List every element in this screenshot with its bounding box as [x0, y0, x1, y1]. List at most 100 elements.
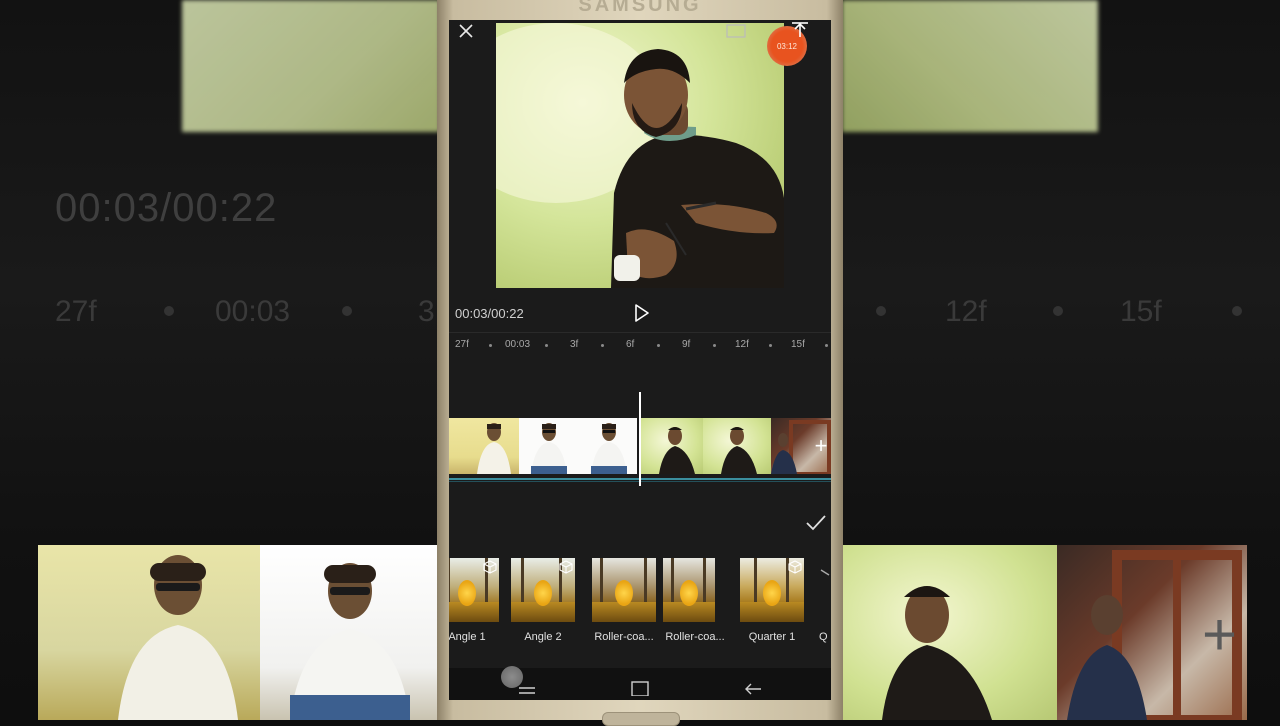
- export-icon: [792, 22, 808, 37]
- device-brand: SAMSUNG: [578, 0, 702, 16]
- transition-item[interactable]: Angle 2: [511, 558, 575, 643]
- clip-thumbnail-figure: [659, 427, 695, 474]
- transition-thumbnail: [663, 558, 715, 622]
- ruler-dot: [489, 344, 492, 347]
- background-clip-thumbnail: [260, 545, 440, 720]
- ruler-label: 00:03: [505, 339, 531, 350]
- tree-shape: [644, 558, 647, 602]
- play-icon: [635, 304, 649, 322]
- background-ruler-dot: [1232, 306, 1242, 316]
- home-icon[interactable]: [630, 680, 650, 696]
- video-clip[interactable]: [449, 418, 637, 474]
- transition-thumbnail: [592, 558, 656, 622]
- ruler-dot: [769, 344, 772, 347]
- ruler-dot: [713, 344, 716, 347]
- video-clip-selected[interactable]: [641, 418, 771, 474]
- tree-shape: [600, 558, 603, 602]
- close-icon: [459, 24, 473, 38]
- close-button[interactable]: [455, 20, 477, 42]
- playhead[interactable]: [639, 392, 641, 486]
- video-preview[interactable]: [496, 23, 784, 288]
- transition-label: Angle 1: [449, 631, 486, 643]
- clip-thumbnail: [703, 418, 771, 474]
- transition-item[interactable]: Quarter 1: [740, 558, 804, 643]
- aspect-ratio-button[interactable]: [726, 24, 748, 42]
- leaf-shape: [680, 580, 698, 606]
- play-button[interactable]: [629, 301, 653, 325]
- leaf-shape: [615, 580, 633, 606]
- add-clip-button[interactable]: +: [811, 432, 831, 460]
- transition-thumbnail: [819, 558, 831, 622]
- recent-apps-icon[interactable]: [517, 680, 537, 696]
- ruler-label: 3f: [570, 339, 579, 350]
- transition-thumbnail: [740, 558, 804, 622]
- preview-person-image: [496, 23, 784, 288]
- clip-thumbnail: [641, 418, 703, 474]
- ruler-label: 6f: [626, 339, 635, 350]
- background-clip-thumbnail: [38, 545, 260, 720]
- tree-shape: [754, 558, 757, 602]
- transition-label: Quarter 1: [748, 631, 796, 643]
- ground-shape: [449, 602, 499, 622]
- ruler-dot: [545, 344, 548, 347]
- export-button[interactable]: [789, 20, 813, 44]
- transition-list[interactable]: Angle 1 Angle 2 Roller-coa... Roller-coa…: [449, 558, 831, 658]
- ruler-dot: [601, 344, 604, 347]
- ruler-label: 15f: [791, 339, 805, 350]
- background-ruler-label: 15f: [1120, 295, 1162, 328]
- ruler-label: 12f: [735, 339, 749, 350]
- tree-shape: [703, 558, 706, 602]
- background-ruler-label: 00:03: [215, 295, 291, 328]
- background-ruler-label: 3: [418, 295, 435, 328]
- plus-icon: +: [814, 433, 828, 458]
- background-preview-image-right: [842, 0, 1098, 132]
- transition-item[interactable]: Roller-coa...: [663, 558, 727, 643]
- background-ruler-dot: [164, 306, 174, 316]
- transition-item[interactable]: Q: [819, 558, 831, 643]
- background-person-figure: [118, 555, 238, 720]
- background-ruler-dot: [876, 306, 886, 316]
- transition-thumbnail: [511, 558, 575, 622]
- background-ruler-dot: [342, 306, 352, 316]
- time-display: 00:03/00:22: [455, 306, 524, 321]
- ruler-label: 27f: [455, 339, 469, 350]
- clip-thumbnail-figure: [591, 423, 627, 474]
- 3d-cube-icon: [559, 560, 573, 574]
- background-clip-thumbnail: [842, 545, 1057, 720]
- chevron-down-icon: [820, 569, 830, 576]
- phone-frame: SAMSUNG 03:12 00:03/00:22 27f 00:03 3f 6…: [437, 0, 843, 726]
- back-icon[interactable]: [743, 680, 763, 696]
- playback-bar: 00:03/00:22: [449, 298, 831, 328]
- background-ruler-dot: [1053, 306, 1063, 316]
- clip-thumbnail-figure: [477, 423, 511, 474]
- transition-item[interactable]: Roller-coa...: [592, 558, 656, 643]
- clip-thumbnail-figure: [721, 427, 757, 474]
- system-navigation-bar: [449, 666, 831, 700]
- 3d-cube-icon: [788, 560, 802, 574]
- tree-shape: [521, 558, 524, 602]
- leaf-shape: [458, 580, 476, 606]
- transition-item[interactable]: Angle 1: [449, 558, 499, 643]
- ruler-dot: [825, 344, 828, 347]
- checkmark-icon: [806, 515, 826, 531]
- 3d-cube-icon: [483, 560, 497, 574]
- leaf-shape: [534, 580, 552, 606]
- transition-label: Roller-coa...: [594, 631, 654, 643]
- clip-thumbnail-figure: [531, 423, 567, 474]
- background-ruler-label: 12f: [945, 295, 987, 328]
- background-time-display: 00:03/00:22: [55, 186, 278, 230]
- home-key[interactable]: [602, 712, 680, 726]
- clip-thumbnail: [579, 418, 637, 474]
- background-preview-image-left: [182, 0, 440, 132]
- clip-thumbnail: [449, 418, 519, 474]
- tree-shape: [449, 558, 450, 602]
- ruler-dot: [657, 344, 660, 347]
- background-plus-icon: +: [1202, 601, 1238, 668]
- time-ruler[interactable]: 27f 00:03 3f 6f 9f 12f 15f: [449, 332, 831, 357]
- confirm-button[interactable]: [803, 510, 829, 536]
- background-person-figure: [882, 586, 992, 720]
- transition-label: Angle 2: [524, 631, 562, 643]
- aspect-ratio-icon: [726, 24, 746, 38]
- transition-thumbnail: [449, 558, 499, 622]
- clip-thumbnail: [519, 418, 579, 474]
